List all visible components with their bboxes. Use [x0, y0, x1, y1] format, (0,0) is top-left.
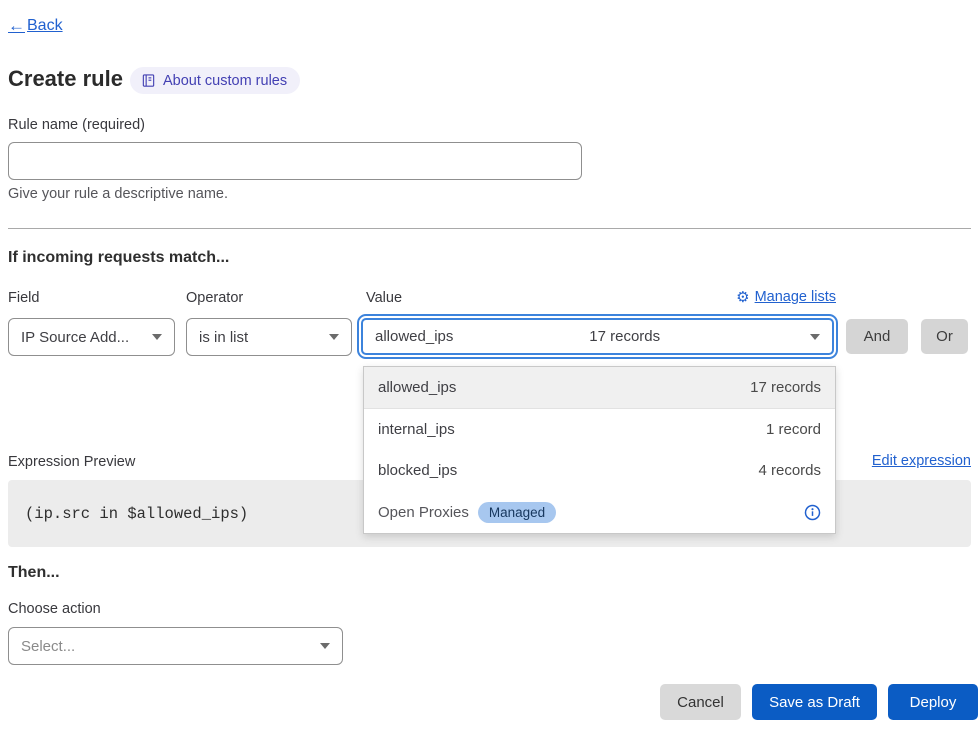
- value-select-record-count: 17 records: [589, 328, 660, 345]
- field-select-value: IP Source Add...: [21, 329, 129, 346]
- operator-select[interactable]: is in list: [186, 318, 352, 356]
- expression-preview-label: Expression Preview: [8, 454, 135, 470]
- chevron-down-icon: [320, 643, 330, 649]
- field-select[interactable]: IP Source Add...: [8, 318, 175, 356]
- list-option-open-proxies[interactable]: Open Proxies Managed: [364, 492, 835, 534]
- rule-name-input[interactable]: [8, 142, 582, 180]
- list-option-blocked-ips[interactable]: blocked_ips 4 records: [364, 450, 835, 492]
- back-link-label: Back: [27, 17, 63, 35]
- or-button[interactable]: Or: [921, 319, 968, 354]
- then-section-heading: Then...: [8, 564, 60, 582]
- edit-expression-link[interactable]: Edit expression: [872, 453, 971, 469]
- choose-action-label: Choose action: [8, 601, 101, 617]
- managed-badge: Managed: [478, 502, 556, 523]
- page-title: Create rule: [8, 66, 123, 92]
- manage-lists-label: Manage lists: [755, 289, 836, 305]
- field-label: Field: [8, 290, 39, 306]
- rule-name-helper-text: Give your rule a descriptive name.: [8, 186, 228, 202]
- match-section-heading: If incoming requests match...: [8, 249, 229, 267]
- save-as-draft-button[interactable]: Save as Draft: [752, 684, 877, 720]
- chevron-down-icon: [329, 334, 339, 340]
- action-select-placeholder: Select...: [21, 638, 75, 655]
- chevron-down-icon: [810, 334, 820, 340]
- value-select-value: allowed_ips: [375, 328, 453, 345]
- value-dropdown-menu: allowed_ips 17 records internal_ips 1 re…: [363, 366, 836, 534]
- info-icon[interactable]: [804, 504, 821, 521]
- value-label: Value: [366, 290, 402, 306]
- back-arrow-icon: ←: [8, 16, 25, 36]
- cancel-button[interactable]: Cancel: [660, 684, 741, 720]
- gear-icon: ⚙: [736, 290, 749, 305]
- deploy-button[interactable]: Deploy: [888, 684, 978, 720]
- section-divider: [8, 228, 971, 229]
- chevron-down-icon: [152, 334, 162, 340]
- action-select[interactable]: Select...: [8, 627, 343, 665]
- expression-code: (ip.src in $allowed_ips): [8, 505, 248, 523]
- operator-label: Operator: [186, 290, 243, 306]
- and-button[interactable]: And: [846, 319, 908, 354]
- about-custom-rules-link[interactable]: About custom rules: [130, 67, 300, 94]
- book-icon: [141, 73, 156, 88]
- about-custom-rules-label: About custom rules: [163, 73, 287, 89]
- operator-select-value: is in list: [199, 329, 248, 346]
- rule-name-label: Rule name (required): [8, 117, 145, 133]
- value-select[interactable]: allowed_ips 17 records: [357, 314, 838, 359]
- list-option-allowed-ips[interactable]: allowed_ips 17 records: [364, 367, 835, 409]
- back-link[interactable]: ←Back: [8, 16, 63, 36]
- manage-lists-link[interactable]: ⚙ Manage lists: [736, 289, 836, 305]
- list-option-internal-ips[interactable]: internal_ips 1 record: [364, 409, 835, 451]
